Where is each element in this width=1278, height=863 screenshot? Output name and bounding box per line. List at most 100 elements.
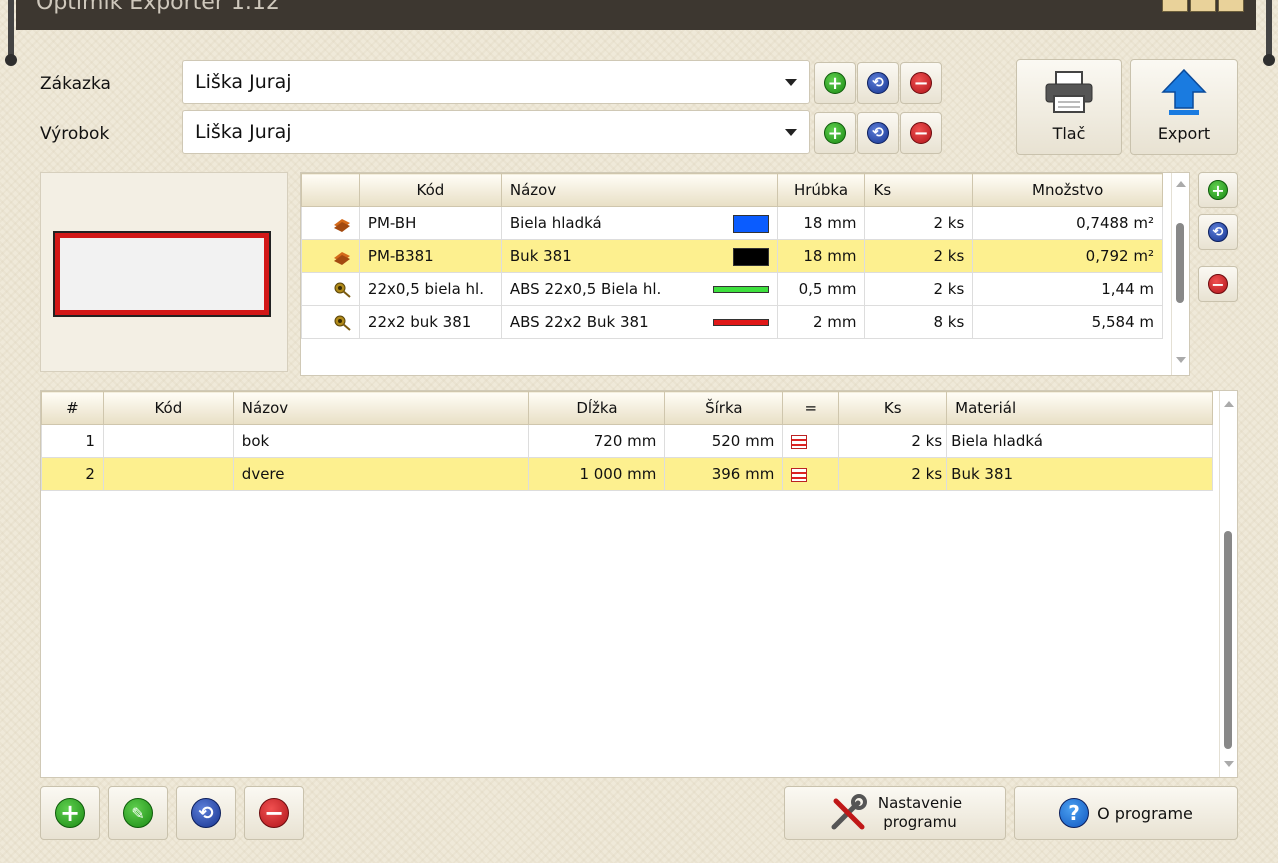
col-icon[interactable] [301, 173, 360, 207]
material-thickness: 0,5 mm [776, 272, 866, 306]
window-title: Optimik Exporter 1.12 [36, 0, 280, 15]
vyrobok-edit-button[interactable]: ⟲ [857, 112, 899, 154]
settings-button[interactable]: Nastavenie programu [784, 786, 1006, 840]
material-ks: 2 ks [864, 239, 974, 273]
col-ks[interactable]: Ks [838, 391, 948, 425]
col-sirka[interactable]: Šírka [664, 391, 784, 425]
print-button[interactable]: Tlač [1016, 59, 1122, 155]
col-equal[interactable]: = [782, 391, 840, 425]
col-dlzka[interactable]: Dĺžka [528, 391, 666, 425]
material-ks: 2 ks [864, 272, 974, 306]
materials-header-row: Kód Názov Hrúbka Ks Množstvo [301, 173, 1163, 207]
about-button[interactable]: ? O programe [1014, 786, 1238, 840]
zakazka-delete-button[interactable]: − [900, 62, 942, 104]
vyrobok-label: Výrobok [40, 124, 110, 144]
material-qty: 1,44 m [972, 272, 1163, 306]
material-delete-button[interactable]: − [1198, 266, 1238, 302]
col-kod[interactable]: Kód [358, 173, 502, 207]
refresh-icon: ⟲ [867, 122, 889, 144]
parts-scrollbar[interactable] [1219, 391, 1237, 777]
vyrobok-add-button[interactable]: + [814, 112, 856, 154]
scroll-thumb[interactable] [1224, 531, 1232, 749]
part-row[interactable]: 1 bok 720 mm 520 mm 2 ks Biela hladká [41, 424, 1213, 458]
part-row[interactable]: 2 dvere 1 000 mm 396 mm 2 ks Buk 381 [41, 457, 1213, 491]
scroll-down-icon[interactable] [1176, 357, 1186, 363]
material-ks: 2 ks [864, 206, 974, 240]
about-label: O programe [1097, 803, 1193, 823]
col-kod[interactable]: Kód [102, 391, 234, 425]
material-row[interactable]: PM-B381 Buk 381 18 mm 2 ks 0,792 m² [301, 239, 1163, 273]
edge-color-swatch [712, 319, 769, 326]
material-code: 22x0,5 biela hl. [358, 272, 502, 306]
minimize-button[interactable] [1162, 0, 1188, 12]
part-material: Buk 381 [946, 457, 1213, 491]
scroll-thumb[interactable] [1176, 223, 1184, 303]
part-width: 520 mm [664, 424, 784, 458]
part-num: 2 [41, 457, 104, 491]
parts-header-row: # Kód Názov Dĺžka Šírka = Ks Materiál [41, 391, 1213, 425]
col-mnozstvo[interactable]: Množstvo [972, 173, 1163, 207]
part-refresh-button[interactable]: ⟲ [176, 786, 236, 840]
close-button[interactable] [1218, 0, 1244, 12]
part-delete-button[interactable]: − [244, 786, 304, 840]
part-preview [40, 172, 288, 372]
minus-icon: − [259, 798, 289, 828]
col-num[interactable]: # [41, 391, 104, 425]
material-row[interactable]: 22x0,5 biela hl. ABS 22x0,5 Biela hl. 0,… [301, 272, 1163, 306]
material-edit-button[interactable]: ⟲ [1198, 214, 1238, 250]
part-ks: 2 ks [838, 457, 948, 491]
part-name: bok [232, 424, 530, 458]
material-code: PM-B381 [358, 239, 502, 273]
plus-icon: + [55, 798, 85, 828]
export-button[interactable]: Export [1130, 59, 1238, 155]
col-nazov[interactable]: Názov [232, 391, 530, 425]
vyrobok-delete-button[interactable]: − [900, 112, 942, 154]
color-swatch [732, 248, 769, 266]
part-material: Biela hladká [946, 424, 1213, 458]
part-ks: 2 ks [838, 424, 948, 458]
frame-hinge-left [5, 0, 17, 66]
scroll-up-icon[interactable] [1224, 401, 1234, 407]
zakazka-combo[interactable]: Liška Juraj [182, 60, 810, 104]
material-add-button[interactable]: + [1198, 172, 1238, 208]
frame-hinge-right [1263, 0, 1275, 66]
materials-table: Kód Názov Hrúbka Ks Množstvo PM-BH Biela… [301, 173, 1163, 339]
chevron-down-icon[interactable] [785, 79, 797, 86]
plus-icon: + [824, 72, 846, 94]
col-nazov[interactable]: Názov [500, 173, 778, 207]
maximize-button[interactable] [1190, 0, 1216, 12]
upload-arrow-icon [1161, 68, 1207, 115]
material-thickness: 18 mm [776, 239, 866, 273]
scroll-up-icon[interactable] [1176, 181, 1186, 187]
settings-label-line1: Nastavenie [877, 794, 963, 812]
scroll-down-icon[interactable] [1224, 761, 1234, 767]
vyrobok-value: Liška Juraj [195, 121, 292, 143]
col-material[interactable]: Materiál [946, 391, 1213, 425]
material-row[interactable]: PM-BH Biela hladká 18 mm 2 ks 0,7488 m² [301, 206, 1163, 240]
minus-icon: − [1208, 274, 1228, 294]
part-add-edit-button[interactable]: ✎ [108, 786, 168, 840]
chevron-down-icon[interactable] [785, 129, 797, 136]
col-ks[interactable]: Ks [864, 173, 974, 207]
part-preview-shape [53, 231, 271, 317]
minus-icon: − [910, 72, 932, 94]
edge-banding-icon[interactable] [791, 434, 808, 449]
col-hrubka[interactable]: Hrúbka [776, 173, 866, 207]
zakazka-add-button[interactable]: + [814, 62, 856, 104]
material-thickness: 2 mm [776, 305, 866, 339]
plus-icon: + [1208, 180, 1228, 200]
refresh-icon: ⟲ [191, 798, 221, 828]
material-name: ABS 22x2 Buk 381 [509, 313, 649, 331]
material-name: ABS 22x0,5 Biela hl. [509, 280, 662, 298]
materials-scrollbar[interactable] [1171, 173, 1189, 375]
vyrobok-combo[interactable]: Liška Juraj [182, 110, 810, 154]
settings-label-line2: programu [883, 813, 957, 831]
part-length: 1 000 mm [528, 457, 666, 491]
materials-panel: Kód Názov Hrúbka Ks Množstvo PM-BH Biela… [300, 172, 1190, 376]
material-row[interactable]: 22x2 buk 381 ABS 22x2 Buk 381 2 mm 8 ks … [301, 305, 1163, 339]
material-qty: 0,792 m² [972, 239, 1163, 273]
help-icon: ? [1059, 798, 1090, 828]
edge-banding-icon[interactable] [791, 467, 808, 482]
part-add-button[interactable]: + [40, 786, 100, 840]
zakazka-edit-button[interactable]: ⟲ [857, 62, 899, 104]
